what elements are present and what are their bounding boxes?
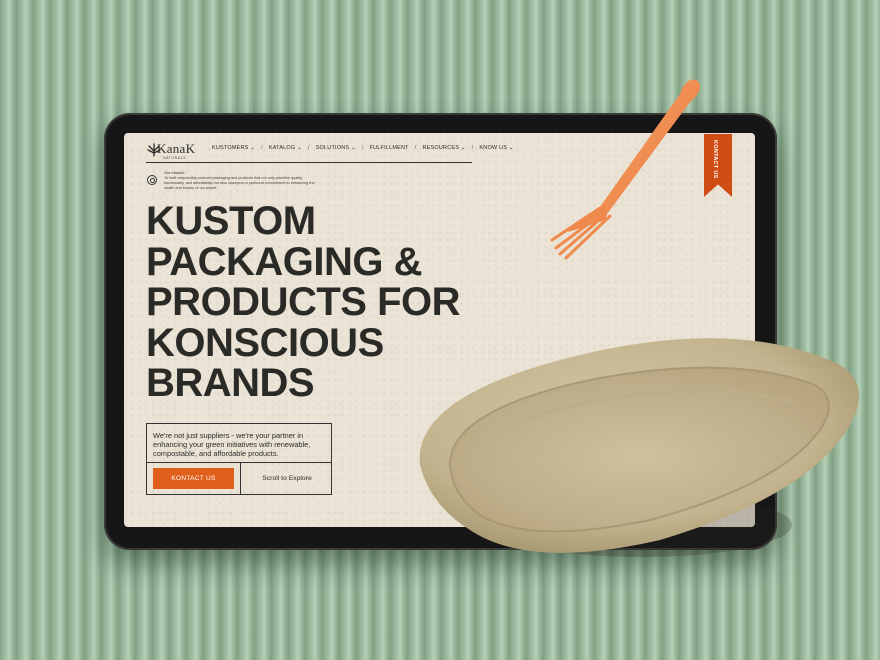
nav-separator: / [361,145,364,151]
nav-separator: / [307,145,310,151]
kontact-us-button[interactable]: KONTACT US [153,468,234,489]
headline-line: KUSTOM [146,199,316,243]
nav-item-fulfillment[interactable]: FULFILLMENT [370,145,409,151]
scroll-to-explore-link[interactable]: Scroll to Explore [241,468,333,489]
nav-divider [146,162,472,163]
nav-item-solutions[interactable]: SOLUTIONS ⌄ [316,145,356,151]
main-nav: KUSTOMERS ⌄ / KATALOG ⌄ / SOLUTIONS ⌄ / … [212,145,514,151]
mission-title: Our mission: [164,171,186,175]
mission-globe-icon [147,175,157,185]
nav-item-kustomers[interactable]: KUSTOMERS ⌄ [212,145,255,151]
nav-item-katalog[interactable]: KATALOG ⌄ [269,145,302,151]
headline-line: PRODUCTS FOR [146,280,461,324]
brand-logo[interactable]: KanaK NATURALS [146,139,196,161]
fork-illustration [550,79,700,260]
nav-separator: / [471,145,474,151]
logo-subtext: NATURALS [163,156,187,160]
logo-text: KanaK [157,141,196,156]
chevron-down-icon: ⌄ [351,145,356,151]
mission-text: To kraft responsibly-sourced packaging a… [164,176,315,190]
chevron-down-icon: ⌄ [460,145,466,151]
hero-info-box: We're not just suppliers - we're your pa… [146,423,332,495]
nav-item-resources[interactable]: RESOURCES ⌄ [422,145,465,151]
plate-illustration [419,338,859,557]
chevron-down-icon: ⌄ [297,145,302,151]
divider [147,462,331,463]
chevron-down-icon: ⌄ [508,145,514,151]
hero-subtext: We're not just suppliers - we're your pa… [153,431,311,458]
nav-item-know-us[interactable]: KNOW US ⌄ [479,145,513,151]
nav-separator: / [414,145,417,151]
headline-line: PACKAGING & [146,239,422,284]
chevron-down-icon: ⌄ [250,145,256,151]
nav-separator: / [261,145,263,151]
